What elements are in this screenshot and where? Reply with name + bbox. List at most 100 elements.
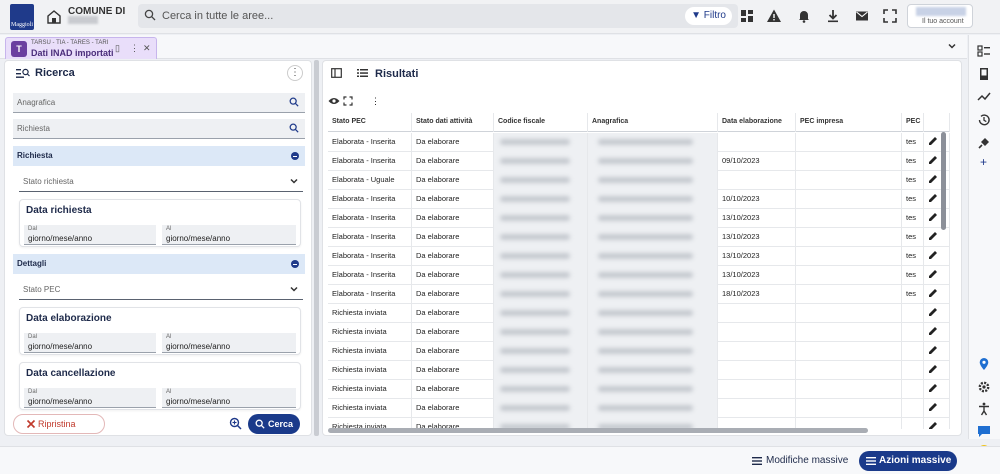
edit-cell[interactable] bbox=[924, 399, 950, 418]
edit-icon[interactable] bbox=[928, 174, 938, 184]
global-search-input[interactable]: Cerca in tutte le aree... ▼ Filtro bbox=[138, 4, 738, 28]
eye-icon[interactable] bbox=[328, 96, 340, 106]
table-row[interactable]: Elaborata - Inserita Da elaborare 13/10/20… bbox=[328, 247, 950, 266]
book-icon[interactable] bbox=[977, 67, 991, 81]
edit-cell[interactable] bbox=[924, 133, 950, 152]
data-richiesta-dal-field[interactable]: Dal giorno/mese/anno bbox=[24, 225, 156, 245]
table-row[interactable]: Elaborata - Inserita Da elaborare 09/10/20… bbox=[328, 152, 950, 171]
edit-cell[interactable] bbox=[924, 285, 950, 304]
data-elaborazione-al-field[interactable]: Al giorno/mese/anno bbox=[162, 333, 296, 353]
table-row[interactable]: Elaborata - Inserita Da elaborare 10/10/20… bbox=[328, 190, 950, 209]
trend-icon[interactable] bbox=[977, 90, 991, 104]
edit-icon[interactable] bbox=[928, 383, 938, 393]
location-pin-icon[interactable] bbox=[977, 357, 991, 371]
table-row[interactable]: Elaborata - Inserita Da elaborare 13/10/20… bbox=[328, 209, 950, 228]
table-row[interactable]: Richiesta inviata Da elaborare bbox=[328, 399, 950, 418]
data-richiesta-al-field[interactable]: Al giorno/mese/anno bbox=[162, 225, 296, 245]
tab-menu-icon[interactable]: ⋮ bbox=[130, 43, 139, 54]
chevron-down-icon[interactable] bbox=[947, 41, 957, 51]
edit-cell[interactable] bbox=[924, 361, 950, 380]
column-header[interactable]: Anagrafica bbox=[588, 113, 718, 132]
edit-cell[interactable] bbox=[924, 209, 950, 228]
search-icon[interactable] bbox=[289, 123, 299, 133]
table-row[interactable]: Elaborata - Inserita Da elaborare 13/10/20… bbox=[328, 228, 950, 247]
edit-cell[interactable] bbox=[924, 152, 950, 171]
ripristina-button[interactable]: Ripristina bbox=[13, 414, 105, 434]
edit-icon[interactable] bbox=[928, 364, 938, 374]
edit-cell[interactable] bbox=[924, 247, 950, 266]
add-icon[interactable]: + bbox=[980, 155, 987, 169]
stato-pec-select[interactable]: Stato PEC bbox=[19, 280, 303, 300]
edit-icon[interactable] bbox=[928, 269, 938, 279]
edit-cell[interactable] bbox=[924, 342, 950, 361]
edit-icon[interactable] bbox=[928, 155, 938, 165]
app-logo[interactable]: Maggioli bbox=[10, 4, 34, 30]
table-menu-icon[interactable]: ⋮ bbox=[371, 96, 380, 107]
edit-cell[interactable] bbox=[924, 171, 950, 190]
table-row[interactable]: Richiesta inviata Da elaborare bbox=[328, 361, 950, 380]
data-cancellazione-dal-field[interactable]: Dal giorno/mese/anno bbox=[24, 388, 156, 408]
account-button[interactable]: Il tuo account bbox=[907, 4, 973, 28]
edit-icon[interactable] bbox=[928, 345, 938, 355]
edit-icon[interactable] bbox=[928, 193, 938, 203]
edit-cell[interactable] bbox=[924, 266, 950, 285]
stato-richiesta-select[interactable]: Stato richiesta bbox=[19, 172, 303, 192]
collapse-icon[interactable] bbox=[291, 152, 299, 160]
edit-icon[interactable] bbox=[928, 136, 938, 146]
table-row[interactable]: Elaborata - Inserita Da elaborare 13/10/20… bbox=[328, 266, 950, 285]
search-icon[interactable] bbox=[289, 97, 299, 107]
dashboard-icon[interactable] bbox=[739, 8, 755, 24]
column-header[interactable]: PEC bbox=[902, 113, 924, 132]
history-icon[interactable] bbox=[977, 113, 991, 127]
collapse-icon[interactable] bbox=[291, 260, 299, 268]
plug-icon[interactable] bbox=[977, 136, 991, 150]
table-row[interactable]: Richiesta inviata Da elaborare bbox=[328, 304, 950, 323]
table-row[interactable]: Elaborata - Uguale Da elaborare tes bbox=[328, 171, 950, 190]
edit-cell[interactable] bbox=[924, 190, 950, 209]
tab-dati-inad[interactable]: T TARSU - TIA - TARES - TARI Dati INAD i… bbox=[5, 37, 157, 59]
column-header[interactable]: Stato PEC bbox=[328, 113, 412, 132]
fullscreen-icon[interactable] bbox=[882, 8, 898, 24]
edit-cell[interactable] bbox=[924, 380, 950, 399]
richiesta-field[interactable]: Richiesta bbox=[13, 119, 305, 139]
table-row[interactable]: Richiesta inviata Da elaborare bbox=[328, 323, 950, 342]
table-row[interactable]: Richiesta inviata Da elaborare bbox=[328, 380, 950, 399]
bookmark-icon[interactable]: ▯ bbox=[115, 43, 120, 54]
column-header[interactable]: Data elaborazione bbox=[718, 113, 796, 132]
edit-icon[interactable] bbox=[928, 307, 938, 317]
home-icon[interactable] bbox=[46, 9, 62, 25]
edit-cell[interactable] bbox=[924, 228, 950, 247]
panel-splitter[interactable] bbox=[314, 60, 319, 436]
edit-cell[interactable] bbox=[924, 323, 950, 342]
fullscreen-icon[interactable] bbox=[343, 96, 353, 106]
cerca-button[interactable]: Cerca bbox=[248, 414, 300, 434]
edit-cell[interactable] bbox=[924, 418, 950, 429]
search-panel-menu-icon[interactable]: ⋮ bbox=[287, 65, 303, 81]
edit-icon[interactable] bbox=[928, 212, 938, 222]
column-header[interactable]: Stato dati attività bbox=[412, 113, 494, 132]
zoom-in-icon[interactable] bbox=[229, 417, 242, 430]
azioni-massive-button[interactable]: Azioni massive ˅ bbox=[859, 451, 957, 471]
toggle-sidebar-icon[interactable] bbox=[331, 68, 342, 78]
edit-icon[interactable] bbox=[928, 250, 938, 260]
edit-icon[interactable] bbox=[928, 421, 938, 429]
table-horizontal-scrollbar[interactable] bbox=[328, 428, 868, 433]
section-richiesta[interactable]: Richiesta bbox=[13, 146, 305, 166]
bell-icon[interactable] bbox=[796, 8, 812, 24]
edit-icon[interactable] bbox=[928, 288, 938, 298]
accessibility-icon[interactable] bbox=[977, 402, 991, 416]
settings-icon[interactable] bbox=[977, 380, 991, 394]
mail-icon[interactable] bbox=[854, 8, 870, 24]
edit-icon[interactable] bbox=[928, 326, 938, 336]
list-details-icon[interactable] bbox=[977, 44, 991, 58]
table-row[interactable]: Elaborata - Inserita Da elaborare tes bbox=[328, 133, 950, 152]
table-row[interactable]: Elaborata - Inserita Da elaborare 18/10/20… bbox=[328, 285, 950, 304]
section-dettagli[interactable]: Dettagli bbox=[13, 254, 305, 274]
column-header[interactable]: Codice fiscale bbox=[494, 113, 588, 132]
table-vertical-scrollbar[interactable] bbox=[941, 132, 946, 230]
column-header[interactable]: PEC impresa bbox=[796, 113, 902, 132]
download-icon[interactable] bbox=[825, 8, 841, 24]
edit-cell[interactable] bbox=[924, 304, 950, 323]
modifiche-massive-button[interactable]: Modifiche massive ˅ bbox=[746, 451, 854, 471]
anagrafica-field[interactable]: Anagrafica bbox=[13, 93, 305, 113]
